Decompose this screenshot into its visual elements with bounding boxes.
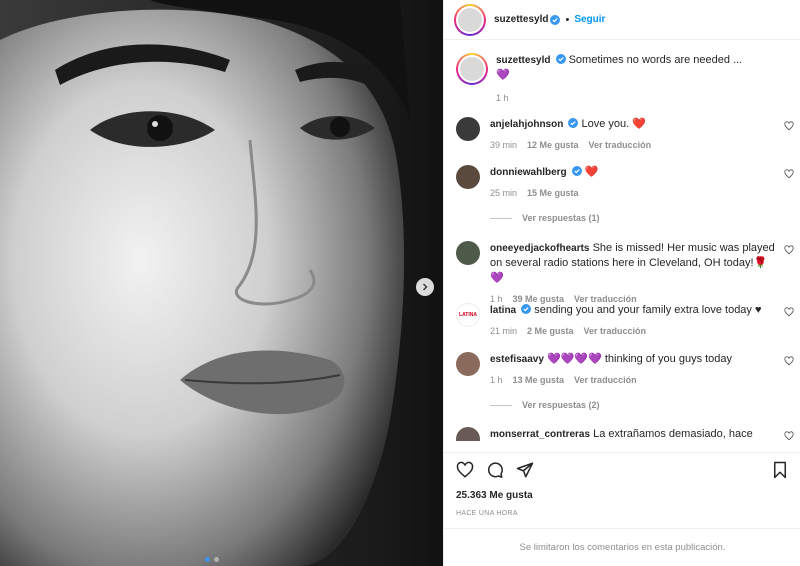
comment-likes[interactable]: 13 Me gusta — [513, 373, 565, 388]
commenter-avatar[interactable]: LATINA — [456, 303, 480, 327]
comment-username[interactable]: oneeyedjackofhearts — [490, 243, 590, 254]
verified-badge-icon — [550, 14, 561, 25]
comment-time[interactable]: 39 min — [490, 138, 517, 153]
carousel-dot — [214, 557, 219, 562]
post-header: suzettesyld • Seguir — [444, 0, 800, 40]
caption-emoji: 💜 — [496, 69, 510, 81]
carousel-dot-active — [205, 557, 210, 562]
view-replies-label: Ver respuestas (1) — [522, 213, 600, 223]
comments-limited-notice: Se limitaron los comentarios en esta pub… — [444, 528, 800, 566]
comment-body: monserrat_contreras La extrañamos demasi… — [490, 427, 780, 441]
comment-likes[interactable]: 15 Me gusta — [527, 186, 579, 201]
comment-meta: 25 min 15 Me gusta — [490, 186, 780, 201]
post-media[interactable] — [0, 0, 443, 566]
author-avatar-image — [456, 5, 484, 34]
caption-avatar-image — [458, 55, 486, 83]
commenter-avatar[interactable] — [456, 241, 480, 265]
verified-badge-icon — [555, 54, 566, 64]
heart-icon[interactable] — [784, 431, 794, 441]
comment-body: donniewahlberg ❤️ 25 min 15 Me gusta — [490, 165, 780, 201]
comment-meta: 21 min 2 Me gusta Ver traducción — [490, 324, 780, 339]
portrait-photo — [0, 0, 443, 566]
comment-emoji: ❤️ — [632, 118, 646, 130]
replies-divider — [490, 217, 512, 219]
post-timestamp[interactable]: HACE UNA HORA — [456, 510, 518, 517]
comment-likes[interactable]: 2 Me gusta — [527, 324, 574, 339]
commenter-avatar[interactable] — [456, 352, 480, 376]
view-replies[interactable]: Ver respuestas (1) — [490, 213, 600, 223]
author-username[interactable]: suzettesyld — [494, 14, 548, 25]
action-bar — [444, 452, 800, 486]
comment-username[interactable]: latina — [490, 305, 516, 316]
share-icon[interactable] — [516, 461, 534, 479]
verified-badge-icon — [521, 304, 532, 314]
comment-username[interactable]: anjelahjohnson — [490, 119, 563, 130]
view-replies[interactable]: Ver respuestas (2) — [490, 400, 600, 410]
replies-divider — [490, 404, 512, 406]
comment-username[interactable]: estefisaavy — [490, 354, 544, 365]
heart-icon[interactable] — [456, 461, 474, 479]
comment-likes[interactable]: 12 Me gusta — [527, 138, 579, 153]
post-panel: suzettesyld • Seguir suzettesyld Sometim… — [443, 0, 800, 566]
comment-emoji: ♥ — [755, 304, 762, 316]
heart-icon[interactable] — [784, 245, 794, 255]
comment-time[interactable]: 1 h — [490, 373, 503, 388]
follow-button[interactable]: Seguir — [574, 14, 605, 25]
comment-text: 💜💜💜💜 thinking of you guys today — [547, 353, 733, 365]
commenter-avatar[interactable] — [456, 165, 480, 189]
comment-time[interactable]: 25 min — [490, 186, 517, 201]
heart-icon[interactable] — [784, 307, 794, 317]
comment-emoji: ❤️ — [584, 166, 599, 178]
caption-text: Sometimes no words are needed ... — [568, 54, 743, 66]
comment-meta: 39 min 12 Me gusta Ver traducción — [490, 138, 780, 153]
view-replies-label: Ver respuestas (2) — [522, 400, 600, 410]
comment-meta: 1 h 13 Me gusta Ver traducción — [490, 373, 780, 388]
caption-time[interactable]: 1 h — [496, 91, 509, 106]
bookmark-icon[interactable] — [771, 461, 789, 479]
verified-badge-icon — [571, 166, 582, 176]
comment-username[interactable]: donniewahlberg — [490, 167, 567, 178]
comments-list[interactable]: suzettesyld Sometimes no words are neede… — [444, 41, 800, 441]
verified-badge-icon — [568, 118, 579, 128]
caption-meta: 1 h — [496, 91, 786, 106]
comment-text: sending you and your family extra love t… — [534, 304, 755, 316]
carousel-indicator — [205, 557, 219, 562]
likes-count[interactable]: 25.363 Me gusta — [456, 490, 533, 501]
next-photo-button[interactable] — [416, 278, 434, 296]
comment-body: anjelahjohnson Love you. ❤️ 39 min 12 Me… — [490, 117, 780, 153]
author-avatar[interactable] — [454, 3, 486, 36]
commenter-avatar[interactable] — [456, 427, 480, 441]
caption-body: suzettesyld Sometimes no words are neede… — [496, 53, 786, 106]
comment-text: Love you. — [581, 118, 633, 130]
chevron-right-icon — [423, 283, 428, 291]
translate-link[interactable]: Ver traducción — [589, 138, 652, 153]
comment-body: oneeyedjackofhearts She is missed! Her m… — [490, 241, 780, 307]
translate-link[interactable]: Ver traducción — [584, 324, 647, 339]
comment-body: latina sending you and your family extra… — [490, 303, 780, 339]
comment-icon[interactable] — [486, 461, 504, 479]
comment-username[interactable]: monserrat_contreras — [490, 429, 590, 440]
caption-username[interactable]: suzettesyld — [496, 55, 550, 66]
commenter-avatar[interactable] — [456, 117, 480, 141]
caption-avatar[interactable] — [456, 53, 488, 85]
heart-icon[interactable] — [784, 356, 794, 366]
separator-dot: • — [565, 13, 570, 26]
heart-icon[interactable] — [784, 121, 794, 131]
heart-icon[interactable] — [784, 169, 794, 179]
comment-body: estefisaavy 💜💜💜💜 thinking of you guys to… — [490, 352, 780, 388]
translate-link[interactable]: Ver traducción — [574, 373, 637, 388]
comment-time[interactable]: 21 min — [490, 324, 517, 339]
